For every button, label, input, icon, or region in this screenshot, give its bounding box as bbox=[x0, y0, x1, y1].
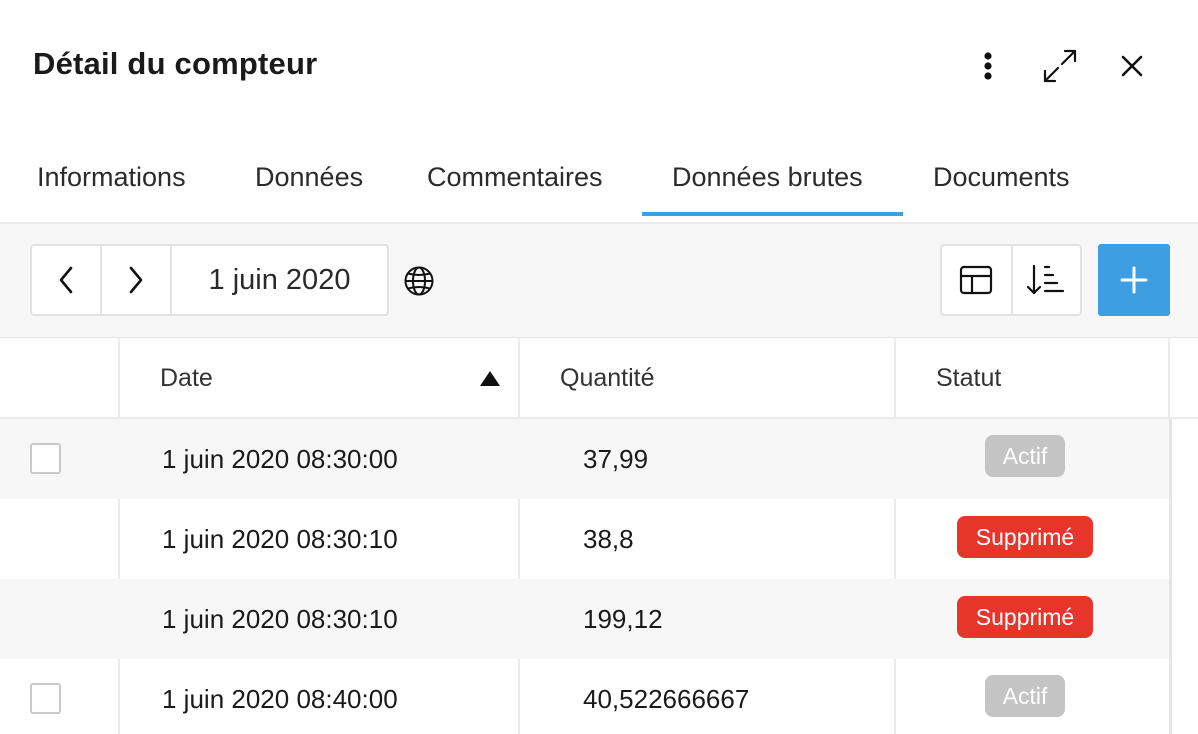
date-picker[interactable]: 1 juin 2020 bbox=[172, 246, 387, 314]
tab-donnees[interactable]: Données bbox=[255, 162, 363, 193]
status-badge: Actif bbox=[985, 675, 1065, 717]
table-row[interactable]: 1 juin 2020 08:30:10 199,12 Supprimé bbox=[0, 579, 1170, 659]
close-button[interactable] bbox=[1110, 44, 1154, 88]
globe-icon bbox=[404, 266, 434, 296]
table-row[interactable]: 1 juin 2020 08:30:00 37,99 Actif bbox=[0, 419, 1170, 499]
cell-date: 1 juin 2020 08:30:00 bbox=[162, 443, 398, 474]
table-row[interactable]: 1 juin 2020 08:30:10 38,8 Supprimé bbox=[0, 499, 1170, 579]
cell-quantite: 199,12 bbox=[583, 603, 663, 634]
cell-date: 1 juin 2020 08:30:10 bbox=[162, 523, 398, 554]
tab-commentaires[interactable]: Commentaires bbox=[427, 162, 603, 193]
table-header: Date Quantité Statut bbox=[0, 338, 1198, 419]
view-tools bbox=[940, 244, 1082, 316]
status-badge: Actif bbox=[985, 435, 1065, 477]
row-checkbox[interactable] bbox=[30, 443, 61, 474]
tab-bar: Informations Données Commentaires Donnée… bbox=[0, 134, 1198, 224]
cell-quantite: 40,522666667 bbox=[583, 683, 750, 714]
close-icon bbox=[1121, 55, 1143, 77]
status-badge: Supprimé bbox=[957, 516, 1093, 558]
toolbar: 1 juin 2020 bbox=[0, 224, 1198, 338]
scrollbar-track[interactable] bbox=[1169, 419, 1172, 734]
cell-date: 1 juin 2020 08:30:10 bbox=[162, 603, 398, 634]
date-navigator: 1 juin 2020 bbox=[30, 244, 389, 316]
row-checkbox[interactable] bbox=[30, 683, 61, 714]
status-badge: Supprimé bbox=[957, 596, 1093, 638]
columns-button[interactable] bbox=[942, 246, 1011, 314]
column-header-statut[interactable]: Statut bbox=[936, 338, 1001, 419]
column-header-date[interactable]: Date bbox=[160, 338, 213, 419]
table-row[interactable]: 1 juin 2020 08:40:00 40,522666667 Actif bbox=[0, 659, 1170, 734]
active-tab-indicator bbox=[642, 212, 903, 216]
page-title: Détail du compteur bbox=[33, 46, 318, 81]
column-header-quantite[interactable]: Quantité bbox=[560, 338, 655, 419]
raw-data-table: Date Quantité Statut 1 juin 2020 08:30:0… bbox=[0, 338, 1198, 734]
kebab-vertical-icon bbox=[984, 52, 992, 80]
cell-quantite: 38,8 bbox=[583, 523, 634, 554]
tab-donnees-brutes[interactable]: Données brutes bbox=[672, 162, 863, 193]
expand-arrows-icon bbox=[1043, 49, 1077, 83]
more-options-button[interactable] bbox=[966, 44, 1010, 88]
expand-button[interactable] bbox=[1038, 44, 1082, 88]
tab-informations[interactable]: Informations bbox=[37, 162, 186, 193]
add-entry-button[interactable] bbox=[1098, 244, 1170, 316]
cell-date: 1 juin 2020 08:40:00 bbox=[162, 683, 398, 714]
sort-ascending-icon[interactable] bbox=[480, 371, 500, 386]
chevron-left-icon bbox=[59, 266, 73, 294]
sort-descending-icon bbox=[1027, 264, 1065, 295]
plus-icon bbox=[1120, 266, 1148, 294]
column-divider bbox=[1168, 338, 1170, 419]
panel-header: Détail du compteur bbox=[0, 0, 1198, 134]
tab-documents[interactable]: Documents bbox=[933, 162, 1070, 193]
previous-date-button[interactable] bbox=[32, 246, 102, 314]
table-layout-icon bbox=[960, 265, 993, 295]
timezone-button[interactable] bbox=[402, 264, 436, 298]
next-date-button[interactable] bbox=[102, 246, 172, 314]
sort-button[interactable] bbox=[1010, 246, 1080, 314]
chevron-right-icon bbox=[129, 266, 143, 294]
cell-quantite: 37,99 bbox=[583, 443, 649, 474]
